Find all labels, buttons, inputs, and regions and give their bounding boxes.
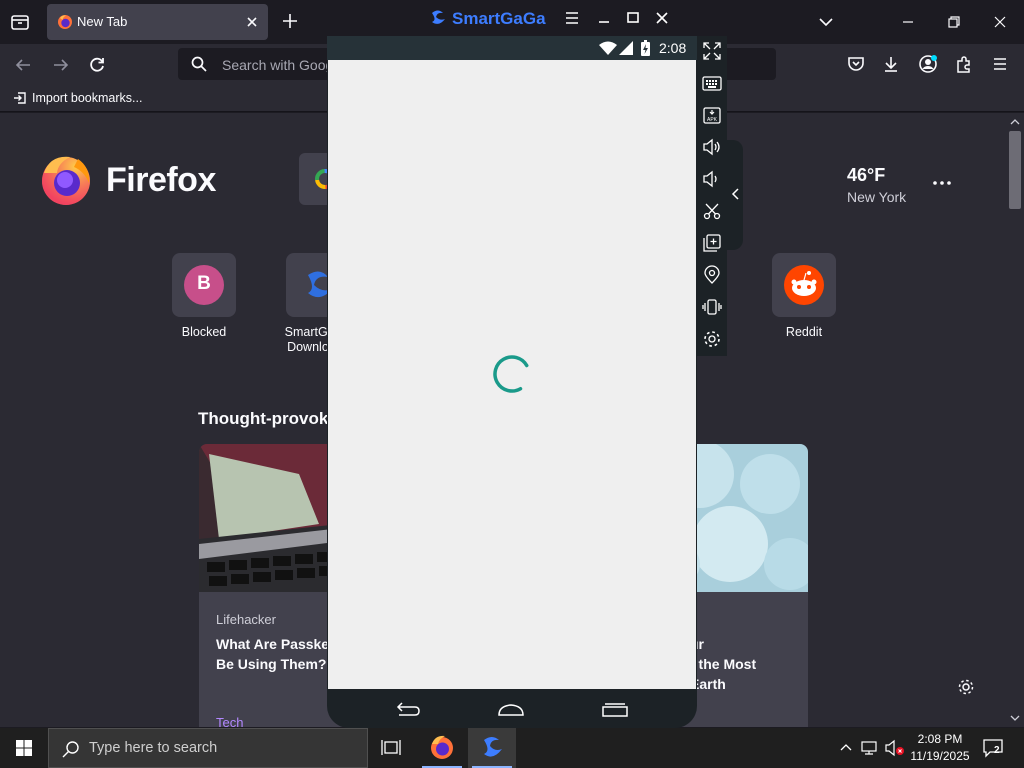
title-line: What Are Passkeys <box>216 636 345 652</box>
android-recents-icon[interactable] <box>601 702 629 718</box>
pocket-icon[interactable] <box>846 54 866 74</box>
plus-icon[interactable] <box>280 11 300 31</box>
volume-down-icon[interactable] <box>702 169 722 189</box>
close-tab-icon[interactable] <box>243 13 261 31</box>
android-screen: 2:08 <box>327 36 697 728</box>
forward-arrow-icon[interactable] <box>50 54 72 76</box>
settings-icon[interactable] <box>702 329 722 349</box>
volume-up-icon[interactable] <box>702 137 722 157</box>
chevron-up-icon[interactable] <box>838 740 854 756</box>
shake-icon[interactable] <box>702 297 722 317</box>
reload-icon[interactable] <box>86 54 108 76</box>
title-line: f the Most <box>690 656 757 672</box>
taskbar-search-box[interactable]: Type here to search <box>48 728 368 768</box>
account-icon[interactable] <box>918 54 938 74</box>
scroll-down-icon[interactable] <box>1010 713 1020 723</box>
import-bookmarks-link[interactable]: Import bookmarks... <box>32 91 142 105</box>
emulator-maximize-icon[interactable] <box>625 10 641 26</box>
more-options-icon[interactable] <box>930 171 954 195</box>
top-site-label: Reddit <box>785 325 823 339</box>
search-icon <box>190 55 208 73</box>
weather-temperature: 46°F <box>847 165 886 185</box>
story-source: Lifehacker <box>216 612 276 627</box>
clock-time[interactable]: 2:08 PM <box>908 732 972 746</box>
download-icon[interactable] <box>881 54 901 74</box>
scroll-up-icon[interactable] <box>1010 117 1020 127</box>
emulator-close-icon[interactable] <box>654 10 670 26</box>
top-site-reddit[interactable]: Reddit <box>754 253 854 340</box>
windows-taskbar: Type here to search 2:08 PM 11/19/2025 2 <box>0 728 1024 768</box>
network-icon[interactable] <box>860 739 880 757</box>
android-status-bar: 2:08 <box>327 36 697 60</box>
tab-title: New Tab <box>77 14 128 29</box>
reddit-icon <box>784 265 824 305</box>
firefox-wordmark: Firefox <box>106 161 216 199</box>
hamburger-menu-icon[interactable] <box>990 54 1010 74</box>
search-icon <box>61 739 81 759</box>
firefox-favicon-icon <box>57 14 73 30</box>
favicon-letter: B <box>197 273 211 294</box>
title-line: Be Using Them? <box>216 656 327 672</box>
window-close-icon[interactable] <box>990 12 1010 32</box>
location-icon[interactable] <box>702 265 722 285</box>
screenshot-icon[interactable] <box>702 201 722 221</box>
signal-icon <box>619 40 633 56</box>
chevron-down-icon[interactable] <box>816 12 836 32</box>
emulator-minimize-icon[interactable] <box>596 10 612 26</box>
android-back-icon[interactable] <box>393 701 421 719</box>
top-site-blocked[interactable]: B Blocked <box>154 253 254 340</box>
story-tag[interactable]: Tech <box>216 715 243 727</box>
windows-start-icon[interactable] <box>0 728 48 768</box>
emulator-menu-icon[interactable] <box>564 10 580 26</box>
taskbar-smartgaga-icon[interactable] <box>468 728 516 768</box>
tab-new-tab[interactable]: New Tab <box>47 4 268 40</box>
weather-city: New York <box>847 189 907 205</box>
page-scrollbar[interactable] <box>1006 113 1024 727</box>
emulator-titlebar[interactable]: SmartGaGa <box>418 4 686 32</box>
firefox-view-icon[interactable] <box>8 10 32 34</box>
story-title: What Are Passkeys Be Using Them? <box>216 634 345 674</box>
top-site-label: Blocked <box>181 325 227 339</box>
emulator-toolbar-flap <box>727 140 743 250</box>
volume-muted-icon[interactable] <box>884 739 906 757</box>
status-time: 2:08 <box>659 40 687 56</box>
emulator-toolbar: APK <box>697 36 727 356</box>
task-view-icon[interactable] <box>378 736 404 760</box>
chevron-left-icon[interactable] <box>729 186 741 202</box>
keyboard-icon[interactable] <box>702 73 722 93</box>
wifi-icon <box>599 40 617 56</box>
notification-center-icon[interactable]: 2 <box>982 738 1004 758</box>
top-site-tile <box>772 253 836 317</box>
smartgaga-logo-icon <box>428 8 448 28</box>
multi-instance-icon[interactable] <box>702 233 722 253</box>
extensions-icon[interactable] <box>954 54 974 74</box>
back-arrow-icon[interactable] <box>12 54 34 76</box>
app-loading-screen[interactable] <box>328 60 696 689</box>
taskbar-search-placeholder: Type here to search <box>89 740 218 756</box>
svg-text:APK: APK <box>707 117 718 123</box>
android-home-icon[interactable] <box>497 702 525 718</box>
scrollbar-thumb[interactable] <box>1009 131 1021 209</box>
firefox-logo-icon <box>40 153 92 205</box>
loading-spinner-icon <box>491 353 533 395</box>
minimize-icon[interactable] <box>898 12 918 32</box>
story-title: ur f the Most Earth <box>690 634 756 694</box>
taskbar-firefox-icon[interactable] <box>418 728 466 768</box>
top-site-tile: B <box>172 253 236 317</box>
restore-icon[interactable] <box>944 12 964 32</box>
fullscreen-icon[interactable] <box>702 41 722 61</box>
battery-charging-icon <box>641 40 650 56</box>
notification-count: 2 <box>994 745 1000 756</box>
import-icon <box>12 90 28 106</box>
emulator-name: SmartGaGa <box>452 9 546 28</box>
clock-date[interactable]: 11/19/2025 <box>908 749 972 763</box>
apk-install-icon[interactable]: APK <box>702 105 722 125</box>
gear-icon[interactable] <box>957 678 975 696</box>
